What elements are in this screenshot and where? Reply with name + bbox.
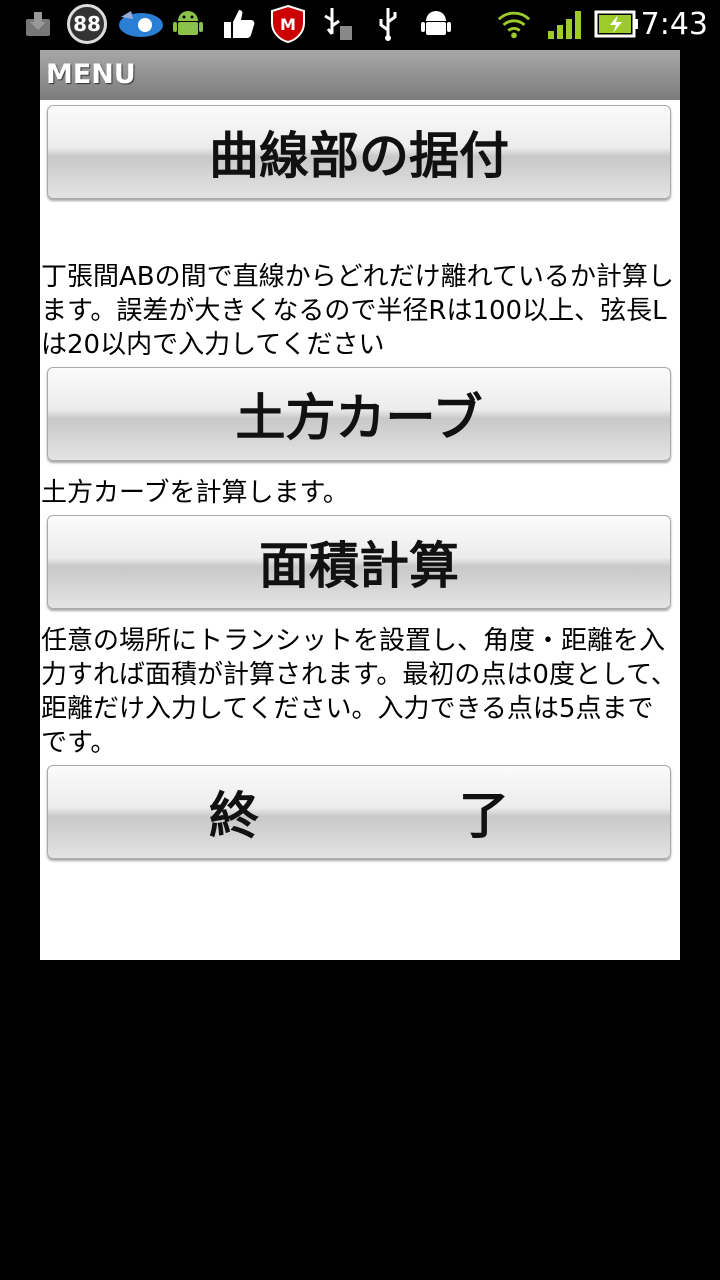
svg-text:M: M: [280, 15, 296, 34]
thumbs-up-icon: [218, 6, 262, 42]
area-calculation-description: 任意の場所にトランシットを設置し、角度・距離を入力すれば面積が計算されます。最初…: [41, 626, 677, 758]
curve-setting-description: 丁張間ABの間で直線からどれだけ離れているか計算します。誤差が大きくなるので半径…: [41, 262, 674, 360]
badge-88-icon: 88: [66, 4, 108, 44]
exit-button[interactable]: 終 了: [47, 765, 671, 859]
mcafee-icon: M: [266, 4, 310, 44]
android-icon: [170, 6, 206, 42]
download-icon: [20, 6, 56, 42]
usb-icon: [370, 6, 406, 42]
android-debug-icon: [418, 6, 454, 42]
wifi-icon: [496, 6, 532, 42]
signal-icon: [544, 6, 588, 42]
status-time: 7:43: [640, 7, 708, 42]
badge-count: 88: [67, 4, 107, 44]
speed-app-icon: [116, 6, 166, 42]
usb-storage-icon: [318, 6, 354, 42]
title-bar: MENU: [40, 50, 680, 100]
battery-charging-icon: [592, 6, 642, 42]
curve-setting-button[interactable]: 曲線部の据付: [47, 105, 671, 199]
app-title: MENU: [46, 59, 136, 90]
app-window: MENU 曲線部の据付 丁張間ABの間で直線からどれだけ離れているか計算します。…: [40, 50, 680, 960]
earthwork-curve-button[interactable]: 土方カーブ: [47, 367, 671, 461]
status-bar: 88 M 7:43: [0, 0, 720, 50]
area-calculation-button[interactable]: 面積計算: [47, 515, 671, 609]
earthwork-curve-description: 土方カーブを計算します。: [41, 478, 349, 508]
